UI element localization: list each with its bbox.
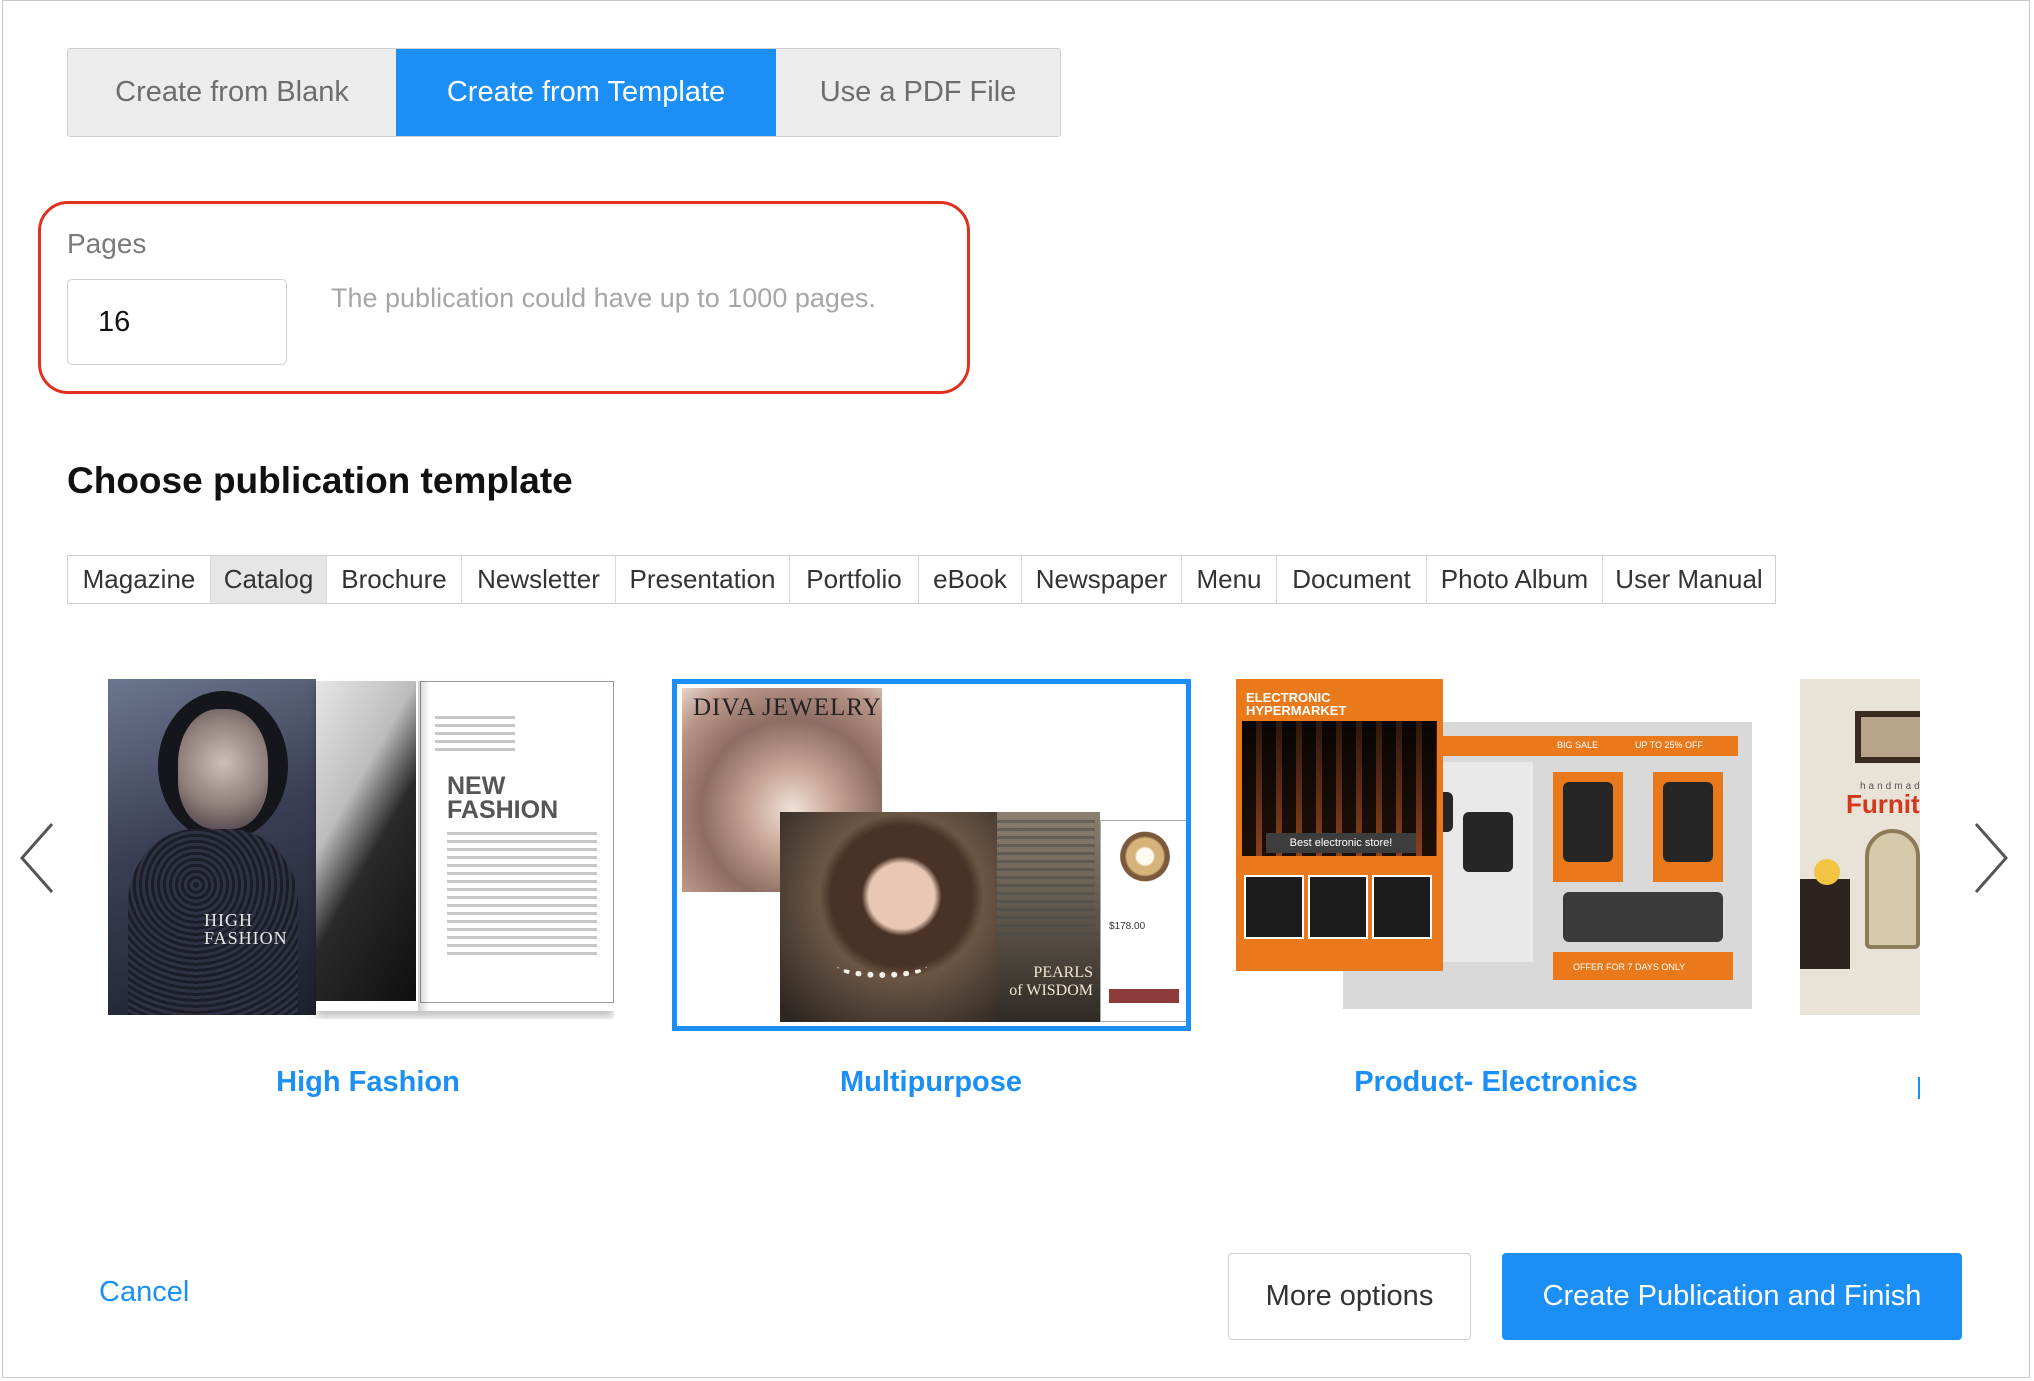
- chevron-right-icon[interactable]: [1970, 818, 2010, 898]
- chevron-left-icon[interactable]: [18, 818, 58, 898]
- more-options-button[interactable]: More options: [1228, 1253, 1471, 1340]
- template-name-multipurpose[interactable]: Multipurpose: [781, 1066, 1081, 1099]
- tab-portfolio[interactable]: Portfolio: [789, 556, 918, 603]
- electronics-banner: Best electronic store!: [1266, 833, 1416, 853]
- tab-use-pdf-file[interactable]: Use a PDF File: [776, 49, 1060, 136]
- cancel-link[interactable]: Cancel: [99, 1276, 189, 1309]
- pages-input[interactable]: [67, 279, 287, 365]
- template-thumbnail-furniture[interactable]: handmade Furniture: [1800, 679, 1920, 1019]
- tab-presentation[interactable]: Presentation: [615, 556, 789, 603]
- tab-photo-album[interactable]: Photo Album: [1426, 556, 1602, 603]
- tab-newsletter[interactable]: Newsletter: [461, 556, 615, 603]
- pages-label: Pages: [67, 228, 147, 259]
- tab-brochure[interactable]: Brochure: [326, 556, 461, 603]
- template-thumbnail-high-fashion[interactable]: HIGH FASHION NEW FASHION: [108, 679, 614, 1019]
- tab-user-manual[interactable]: User Manual: [1602, 556, 1775, 603]
- create-publication-button[interactable]: Create Publication and Finish: [1502, 1253, 1962, 1340]
- template-thumbnail-multipurpose[interactable]: DIVA JEWELRY PEARLS of WISDOM $178.00: [672, 679, 1191, 1031]
- template-name-high-fashion[interactable]: High Fashion: [218, 1066, 518, 1099]
- electronics-cover: ELECTRONIC HYPERMARKET Best electronic s…: [1236, 679, 1443, 971]
- fashion-headline: NEW FASHION: [447, 772, 559, 824]
- creation-mode-tabs: Create from Blank Create from Template U…: [67, 48, 1061, 137]
- pages-hint: The publication could have up to 1000 pa…: [331, 283, 876, 313]
- template-name-furniture-cut-off[interactable]: [1918, 1077, 1920, 1099]
- furniture-headline: Furniture: [1846, 789, 1920, 819]
- jewelry-product-page: $178.00: [1100, 820, 1186, 1022]
- electronics-cover-title: ELECTRONIC HYPERMARKET: [1246, 690, 1347, 718]
- jewelry-cover-title: DIVA JEWELRY: [693, 694, 882, 721]
- tab-document[interactable]: Document: [1276, 556, 1426, 603]
- electronics-offer-label: UP TO 25% OFF: [1635, 740, 1704, 750]
- tab-magazine[interactable]: Magazine: [68, 556, 210, 603]
- tab-newspaper[interactable]: Newspaper: [1021, 556, 1181, 603]
- tab-menu[interactable]: Menu: [1181, 556, 1276, 603]
- template-category-tabs: Magazine Catalog Brochure Newsletter Pre…: [67, 555, 1776, 604]
- jewelry-quote: PEARLS of WISDOM: [1009, 964, 1093, 999]
- template-thumbnail-product-electronics[interactable]: BIG SALE UP TO 25% OFF OFFER FOR 7 DAYS …: [1236, 679, 1756, 1019]
- template-name-product-electronics[interactable]: Product- Electronics: [1326, 1066, 1666, 1099]
- fashion-cover-image: HIGH FASHION: [108, 679, 316, 1015]
- tab-catalog[interactable]: Catalog: [210, 556, 326, 603]
- jewelry-price: $178.00: [1109, 921, 1146, 932]
- fashion-spread: NEW FASHION: [316, 681, 614, 1011]
- tab-create-from-template[interactable]: Create from Template: [396, 49, 776, 136]
- section-title: Choose publication template: [67, 460, 573, 501]
- electronics-sale-label: BIG SALE: [1557, 740, 1599, 750]
- tab-ebook[interactable]: eBook: [918, 556, 1021, 603]
- tab-create-from-blank[interactable]: Create from Blank: [68, 49, 396, 136]
- fashion-cover-text: HIGH FASHION: [204, 910, 288, 948]
- electronics-offer-footer: OFFER FOR 7 DAYS ONLY: [1573, 962, 1686, 972]
